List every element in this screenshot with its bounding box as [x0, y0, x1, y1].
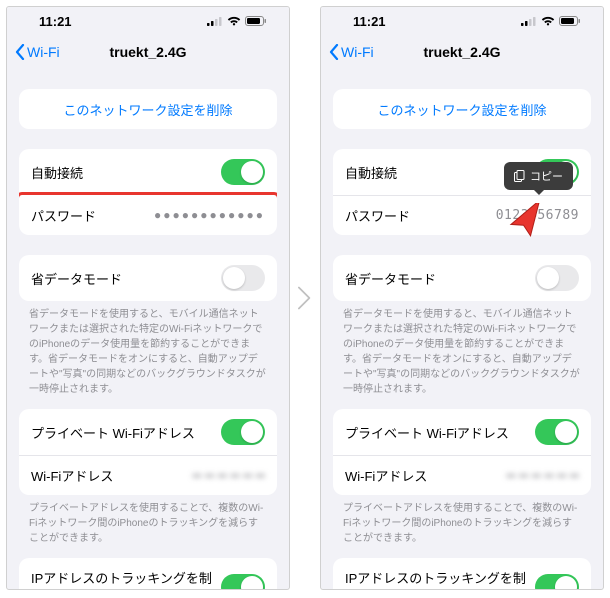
battery-icon [245, 16, 267, 26]
battery-icon [559, 16, 581, 26]
wifi-icon [227, 16, 241, 26]
low-data-note: 省データモードを使用すると、モバイル通信ネットワークまたは選択された特定のWi-… [7, 301, 289, 397]
wifi-address-label: Wi-Fiアドレス [31, 466, 113, 485]
limit-tracking-toggle[interactable] [535, 574, 579, 589]
low-data-row[interactable]: 省データモード [333, 255, 591, 301]
forget-network-label: このネットワーク設定を削除 [31, 100, 265, 119]
forget-network-button[interactable]: このネットワーク設定を削除 [333, 89, 591, 129]
low-data-row[interactable]: 省データモード [19, 255, 277, 301]
status-bar: 11:21 [7, 7, 289, 35]
password-row[interactable]: パスワード ●●●●●●●●●●●● [19, 195, 277, 235]
low-data-note: 省データモードを使用すると、モバイル通信ネットワークまたは選択された特定のWi-… [321, 301, 603, 397]
status-time: 11:21 [39, 14, 72, 29]
low-data-label: 省データモード [345, 269, 436, 288]
status-bar: 11:21 [321, 7, 603, 35]
low-data-toggle[interactable] [221, 265, 265, 291]
cellular-icon [207, 16, 223, 26]
phone-left: 11:21 Wi-Fi truekt_2.4G このネットワーク設定を削除 [6, 6, 290, 590]
auto-join-label: 自動接続 [345, 163, 397, 182]
status-icons [207, 16, 267, 26]
wifi-address-label: Wi-Fiアドレス [345, 466, 427, 485]
copy-label: コピー [530, 168, 563, 184]
private-address-toggle[interactable] [535, 419, 579, 445]
nav-bar: Wi-Fi truekt_2.4G [7, 35, 289, 69]
wifi-address-row: Wi-Fiアドレス •• •• •• •• •• •• [333, 455, 591, 495]
limit-tracking-label: IPアドレスのトラッキングを制限 [31, 568, 221, 589]
nav-title: truekt_2.4G [7, 44, 289, 60]
private-address-label: プライベート Wi-Fiアドレス [31, 423, 195, 442]
private-address-row[interactable]: プライベート Wi-Fiアドレス [333, 409, 591, 455]
forget-network-label: このネットワーク設定を削除 [345, 100, 579, 119]
annotation-arrow-icon [501, 203, 547, 248]
wifi-address-row: Wi-Fiアドレス •• •• •• •• •• •• [19, 455, 277, 495]
password-label: パスワード [31, 206, 96, 225]
wifi-icon [541, 16, 555, 26]
private-address-toggle[interactable] [221, 419, 265, 445]
auto-join-label: 自動接続 [31, 163, 83, 182]
password-masked: ●●●●●●●●●●●● [154, 208, 265, 222]
wifi-address-value: •• •• •• •• •• •• [506, 468, 579, 483]
limit-tracking-label: IPアドレスのトラッキングを制限 [345, 568, 535, 589]
wifi-address-value: •• •• •• •• •• •• [192, 468, 265, 483]
limit-tracking-row[interactable]: IPアドレスのトラッキングを制限 [333, 558, 591, 589]
copy-popover[interactable]: コピー [504, 162, 573, 190]
copy-icon [514, 170, 525, 182]
limit-tracking-row[interactable]: IPアドレスのトラッキングを制限 [19, 558, 277, 589]
nav-title: truekt_2.4G [321, 44, 603, 60]
auto-join-toggle[interactable] [221, 159, 265, 185]
password-row[interactable]: コピー パスワード 0123456789 [333, 195, 591, 235]
status-time: 11:21 [353, 14, 386, 29]
limit-tracking-toggle[interactable] [221, 574, 265, 589]
cellular-icon [521, 16, 537, 26]
auto-join-row[interactable]: 自動接続 [19, 149, 277, 195]
status-icons [521, 16, 581, 26]
private-address-label: プライベート Wi-Fiアドレス [345, 423, 509, 442]
nav-bar: Wi-Fi truekt_2.4G [321, 35, 603, 69]
password-label: パスワード [345, 206, 410, 225]
low-data-toggle[interactable] [535, 265, 579, 291]
private-address-note: プライベートアドレスを使用することで、複数のWi-Fiネットワーク間のiPhon… [7, 495, 289, 546]
phone-right: 11:21 Wi-Fi truekt_2.4G このネットワーク設定を削除 [320, 6, 604, 590]
low-data-label: 省データモード [31, 269, 122, 288]
private-address-note: プライベートアドレスを使用することで、複数のWi-Fiネットワーク間のiPhon… [321, 495, 603, 546]
transition-arrow [298, 283, 312, 313]
forget-network-button[interactable]: このネットワーク設定を削除 [19, 89, 277, 129]
private-address-row[interactable]: プライベート Wi-Fiアドレス [19, 409, 277, 455]
